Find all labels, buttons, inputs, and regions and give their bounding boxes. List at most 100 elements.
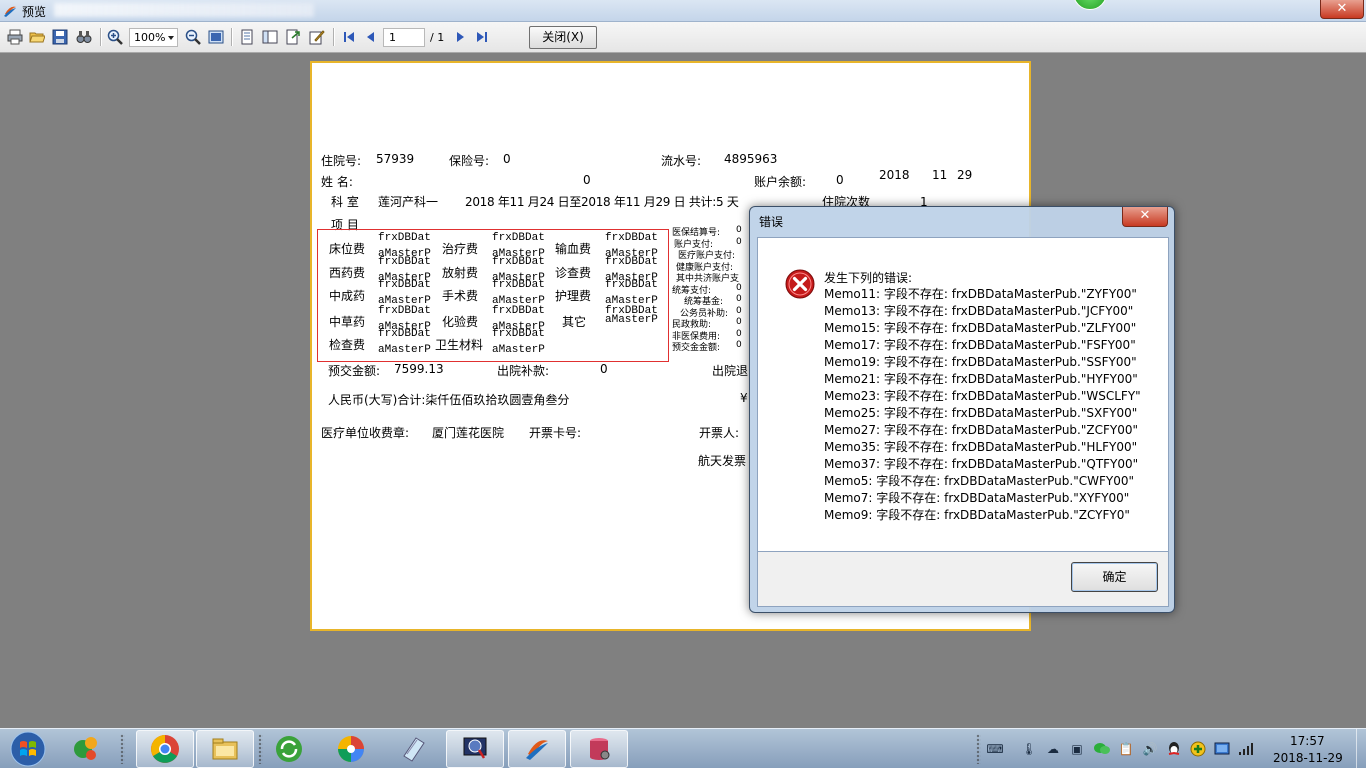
page-setup-icon[interactable] [238,28,256,46]
app-logo-icon [4,6,16,17]
report-app-icon[interactable] [508,730,566,768]
close-preview-button[interactable]: 关闭(X) [529,26,597,49]
fee-label: 卫生材料 [435,338,484,352]
export-icon[interactable] [284,28,302,46]
taskbar: ⌨ 🌡 ☁ ▣ 📋 🔊 17:57 2018-11-29 [0,728,1366,768]
add-icon[interactable] [1190,741,1206,757]
save-icon[interactable] [51,28,69,46]
volume-icon[interactable]: 🔊 [1142,741,1158,757]
show-desktop-button[interactable] [1356,729,1366,768]
find-icon[interactable] [75,28,93,46]
fee-label: 诊查费 [555,266,592,280]
file-explorer-icon[interactable] [196,730,254,768]
supplement-value: 0 [600,362,608,376]
start-button[interactable] [2,730,54,768]
fee-value-top: frxDBDat [605,279,658,291]
thermometer-icon[interactable]: 🌡 [1021,741,1037,757]
zoom-select[interactable]: 100% [129,28,178,47]
next-page-icon[interactable] [451,28,469,46]
zoom-in-icon[interactable] [106,28,124,46]
balance-label: 账户余额: [754,175,807,189]
floating-green-orb-icon[interactable] [1073,0,1107,10]
page-current: 1 [389,31,396,44]
error-message-line: Memo35: 字段不存在: frxDBDataMasterPub."HLFY0… [824,440,1138,454]
rmb-total-text: 人民币(大写)合计:柒仟伍佰玖拾玖圆壹角叁分 [328,393,570,407]
invoice-label: 航天发票 [698,454,747,468]
last-page-icon[interactable] [473,28,491,46]
window-title-blurred [54,3,314,17]
side-item-label: 预交金金额: [672,343,721,353]
dept-value: 莲河产科一 [378,195,439,209]
fee-label: 治疗费 [442,242,479,256]
fee-value-top: frxDBDat [378,305,431,317]
error-message-line: Memo25: 字段不存在: frxDBDataMasterPub."SXFY0… [824,406,1138,420]
card-label: 开票卡号: [529,426,582,440]
refresh-app-icon[interactable] [260,730,318,768]
fee-grid: 床位费 frxDBDat aMasterP 治疗费 frxDBDat aMasterP 输血… [318,230,670,363]
error-message-line: Memo23: 字段不存在: frxDBDataMasterPub."WSCLF… [824,389,1141,403]
deposit-value: 7599.13 [394,362,444,376]
tray-grip [976,734,981,764]
monitor-app-icon[interactable] [446,730,504,768]
supplement-label: 出院补款: [497,364,550,378]
dialog-footer: 确定 [757,552,1169,607]
wechat-icon[interactable] [1094,741,1110,757]
deposit-label: 预交金额: [328,364,381,378]
notepad-icon[interactable] [384,730,442,768]
dialog-body: 发生下列的错误: Memo11: 字段不存在: frxDBDataMasterP… [757,237,1169,552]
dialog-title: 错误 [759,215,784,229]
error-message-line: Memo7: 字段不存在: frxDBDataMasterPub."XYFY00… [824,491,1130,505]
edit-icon[interactable] [308,28,326,46]
fee-value-bottom: aMasterP [605,314,658,326]
fee-value-bottom: aMasterP [492,344,545,356]
clock-time[interactable]: 17:57 [1290,734,1325,748]
taskbar-grip [120,734,125,764]
liushui-label: 流水号: [661,154,702,168]
preview-toolbar: 100% 1 / 1 关闭(X) [0,22,1366,53]
dialog-heading: 发生下列的错误: [824,271,913,285]
windows-logo-icon [10,731,46,767]
print-icon[interactable] [6,28,24,46]
fee-value-top: frxDBDat [605,232,658,244]
fee-value-bottom: aMasterP [378,344,431,356]
signal-icon[interactable] [1238,741,1254,757]
network-status-icon[interactable] [1214,741,1230,757]
qq-icon[interactable] [1166,741,1182,757]
app-360-icon[interactable] [56,730,114,768]
window-close-button[interactable]: ✕ [1320,0,1364,19]
dialog-close-button[interactable]: ✕ [1122,207,1168,227]
chevron-down-icon [168,36,174,40]
side-item-value: 0 [736,317,742,327]
ok-button[interactable]: 确定 [1071,562,1158,592]
open-icon[interactable] [28,28,46,46]
cloud-icon[interactable]: ☁ [1045,741,1061,757]
clock-date[interactable]: 2018-11-29 [1273,751,1343,765]
error-message-line: Memo15: 字段不存在: frxDBDataMasterPub."ZLFY0… [824,321,1137,335]
color-app-icon[interactable] [322,730,380,768]
zoom-out-icon[interactable] [184,28,202,46]
database-app-icon[interactable] [570,730,628,768]
side-item-value: 0 [736,328,742,339]
device-icon[interactable]: ▣ [1069,741,1085,757]
fullscreen-icon[interactable] [207,28,225,46]
dept-label: 科 室 [331,195,359,209]
page-number-input[interactable]: 1 [383,28,425,47]
hospital-label: 医疗单位收费章: [321,426,410,440]
name-value: 0 [583,173,591,187]
fee-label: 手术费 [442,289,479,303]
clipboard-icon[interactable]: 📋 [1118,741,1134,757]
outline-icon[interactable] [261,28,279,46]
hospital-value: 厦门莲花医院 [432,426,505,440]
fee-label: 护理费 [555,289,592,303]
prev-page-icon[interactable] [362,28,380,46]
fee-label: 中成药 [329,289,366,303]
zhuyuan-value: 57939 [376,152,415,166]
chrome-icon[interactable] [136,730,194,768]
error-message-line: Memo13: 字段不存在: frxDBDataMasterPub."JCFY0… [824,304,1134,318]
first-page-icon[interactable] [340,28,358,46]
keyboard-icon[interactable]: ⌨ [986,741,1003,757]
zhuyuan-label: 住院号: [321,154,362,168]
side-item-value: 0 [736,282,742,293]
window-titlebar: 预览 ✕ [0,0,1366,22]
error-message-line: Memo9: 字段不存在: frxDBDataMasterPub."ZCYFY0… [824,508,1130,522]
